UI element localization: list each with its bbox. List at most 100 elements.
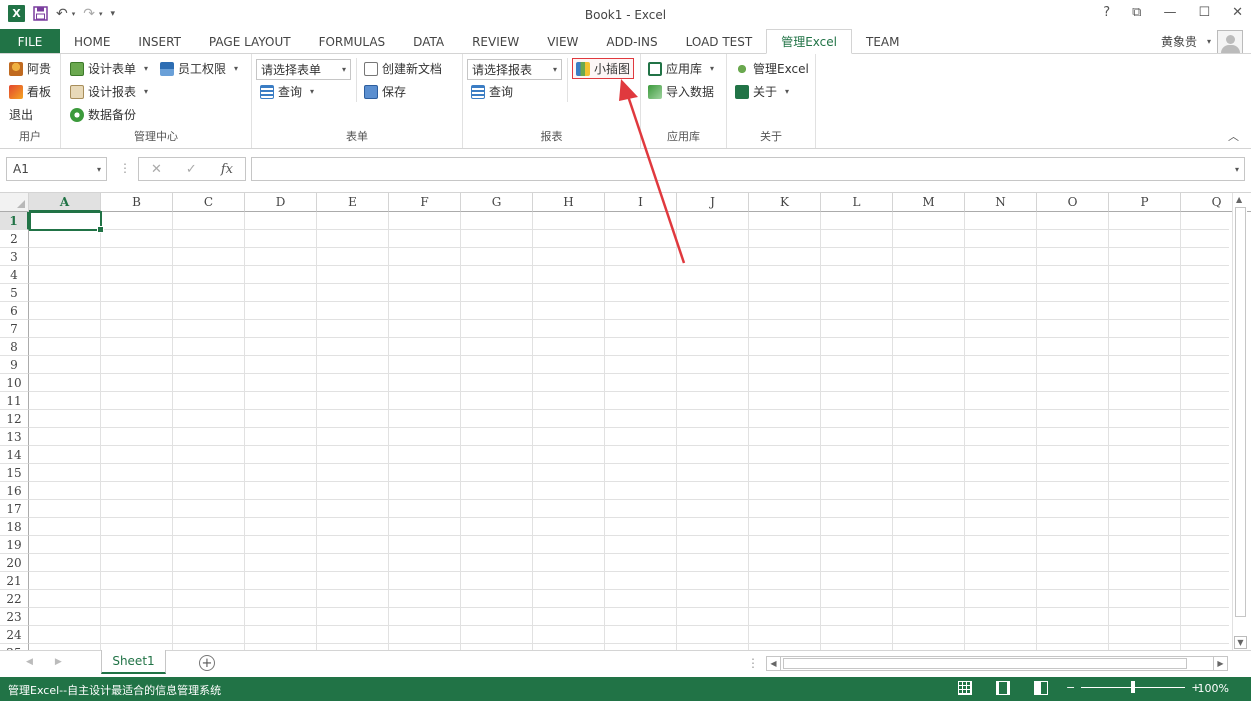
- user-account[interactable]: 黄象贵 ▾: [1161, 29, 1243, 56]
- row-header[interactable]: 15: [0, 464, 29, 482]
- design-form-button[interactable]: 设计表单 ▾: [70, 60, 148, 77]
- ribbon-display-icon[interactable]: ⧉: [1132, 5, 1141, 20]
- zoom-slider[interactable]: − +: [1066, 681, 1200, 694]
- column-header[interactable]: C: [173, 193, 245, 212]
- row-header[interactable]: 3: [0, 248, 29, 266]
- tab-formulas[interactable]: FORMULAS: [305, 29, 400, 54]
- page-break-view-icon[interactable]: [1034, 681, 1048, 695]
- prev-sheet-icon[interactable]: ◀: [26, 657, 33, 667]
- row-header[interactable]: 13: [0, 428, 29, 446]
- row-header[interactable]: 5: [0, 284, 29, 302]
- sheet-tab[interactable]: Sheet1: [101, 650, 166, 674]
- form-query-button[interactable]: 查询 ▾: [260, 83, 314, 100]
- tab-add-ins[interactable]: ADD-INS: [592, 29, 671, 54]
- employee-permissions-button[interactable]: 员工权限 ▾: [160, 60, 238, 77]
- tab-file[interactable]: FILE: [0, 29, 60, 54]
- row-header[interactable]: 16: [0, 482, 29, 500]
- select-all-button[interactable]: [0, 193, 29, 212]
- user-button[interactable]: 阿贵: [9, 60, 51, 77]
- cell-area[interactable]: [29, 212, 1229, 650]
- column-header[interactable]: K: [749, 193, 821, 212]
- next-sheet-icon[interactable]: ▶: [55, 657, 62, 667]
- enter-icon[interactable]: ✓: [186, 162, 197, 177]
- column-header[interactable]: B: [101, 193, 173, 212]
- active-cell[interactable]: [29, 211, 104, 233]
- maximize-icon[interactable]: ☐: [1198, 5, 1210, 20]
- column-header[interactable]: E: [317, 193, 389, 212]
- tab-home[interactable]: HOME: [60, 29, 124, 54]
- scroll-right-icon[interactable]: ▶: [1213, 657, 1227, 670]
- scroll-thumb[interactable]: [1235, 207, 1246, 617]
- minimize-icon[interactable]: —: [1163, 5, 1176, 20]
- row-header[interactable]: 10: [0, 374, 29, 392]
- tab-manage-excel[interactable]: 管理Excel: [766, 29, 852, 54]
- row-header[interactable]: 8: [0, 338, 29, 356]
- about-button[interactable]: 关于 ▾: [735, 83, 789, 100]
- scroll-down-icon[interactable]: ▼: [1234, 636, 1247, 649]
- data-backup-button[interactable]: 数据备份: [70, 106, 136, 123]
- column-header[interactable]: I: [605, 193, 677, 212]
- row-header[interactable]: 24: [0, 626, 29, 644]
- tab-data[interactable]: DATA: [399, 29, 458, 54]
- row-header[interactable]: 21: [0, 572, 29, 590]
- row-header[interactable]: 4: [0, 266, 29, 284]
- page-layout-view-icon[interactable]: [996, 681, 1010, 695]
- insert-function-icon[interactable]: fx: [221, 162, 233, 177]
- column-header[interactable]: N: [965, 193, 1037, 212]
- row-header[interactable]: 14: [0, 446, 29, 464]
- name-box[interactable]: A1 ▾: [6, 157, 107, 181]
- column-header[interactable]: G: [461, 193, 533, 212]
- avatar[interactable]: [1217, 29, 1243, 56]
- row-header[interactable]: 20: [0, 554, 29, 572]
- report-select[interactable]: 请选择报表 ▾: [467, 59, 562, 80]
- close-icon[interactable]: ✕: [1232, 5, 1243, 20]
- collapse-ribbon-icon[interactable]: ︿: [1228, 128, 1239, 144]
- column-header[interactable]: A: [29, 193, 101, 212]
- tab-page-layout[interactable]: PAGE LAYOUT: [195, 29, 305, 54]
- tab-view[interactable]: VIEW: [533, 29, 592, 54]
- row-header[interactable]: 12: [0, 410, 29, 428]
- column-header[interactable]: F: [389, 193, 461, 212]
- add-sheet-icon[interactable]: +: [199, 655, 215, 671]
- normal-view-icon[interactable]: [958, 681, 972, 695]
- column-header[interactable]: M: [893, 193, 965, 212]
- row-header[interactable]: 23: [0, 608, 29, 626]
- manage-excel-button[interactable]: 管理Excel: [735, 60, 809, 77]
- tab-review[interactable]: REVIEW: [458, 29, 533, 54]
- expand-formula-icon[interactable]: ▾: [1235, 165, 1239, 174]
- tab-insert[interactable]: INSERT: [124, 29, 195, 54]
- tab-team[interactable]: TEAM: [852, 29, 913, 54]
- row-header[interactable]: 2: [0, 230, 29, 248]
- cancel-icon[interactable]: ✕: [151, 162, 162, 177]
- zoom-level[interactable]: 100%: [1198, 682, 1229, 695]
- tab-load-test[interactable]: LOAD TEST: [672, 29, 767, 54]
- horizontal-scrollbar[interactable]: ◀ ▶: [766, 656, 1228, 671]
- column-header[interactable]: P: [1109, 193, 1181, 212]
- row-header[interactable]: 17: [0, 500, 29, 518]
- dashboard-button[interactable]: 看板: [9, 83, 51, 100]
- column-header[interactable]: J: [677, 193, 749, 212]
- row-header[interactable]: 7: [0, 320, 29, 338]
- scroll-left-icon[interactable]: ◀: [767, 657, 781, 670]
- report-query-button[interactable]: 查询: [471, 83, 513, 100]
- app-library-button[interactable]: 应用库 ▾: [648, 60, 714, 77]
- column-header[interactable]: D: [245, 193, 317, 212]
- row-header[interactable]: 11: [0, 392, 29, 410]
- zoom-knob[interactable]: [1131, 681, 1136, 693]
- help-icon[interactable]: ?: [1103, 5, 1110, 20]
- row-header[interactable]: 6: [0, 302, 29, 320]
- mini-chart-button[interactable]: 小插图: [572, 58, 635, 79]
- row-header[interactable]: 19: [0, 536, 29, 554]
- row-header[interactable]: 22: [0, 590, 29, 608]
- row-header[interactable]: 1: [0, 212, 29, 230]
- column-header[interactable]: L: [821, 193, 893, 212]
- import-data-button[interactable]: 导入数据: [648, 83, 714, 100]
- formula-input[interactable]: ▾: [251, 157, 1245, 181]
- column-header[interactable]: O: [1037, 193, 1109, 212]
- column-header[interactable]: H: [533, 193, 605, 212]
- splitter-grip-icon[interactable]: ⋮: [747, 656, 759, 670]
- save-button[interactable]: 保存: [364, 83, 406, 100]
- form-select[interactable]: 请选择表单 ▾: [256, 59, 351, 80]
- scroll-up-icon[interactable]: ▲: [1236, 195, 1242, 204]
- row-header[interactable]: 18: [0, 518, 29, 536]
